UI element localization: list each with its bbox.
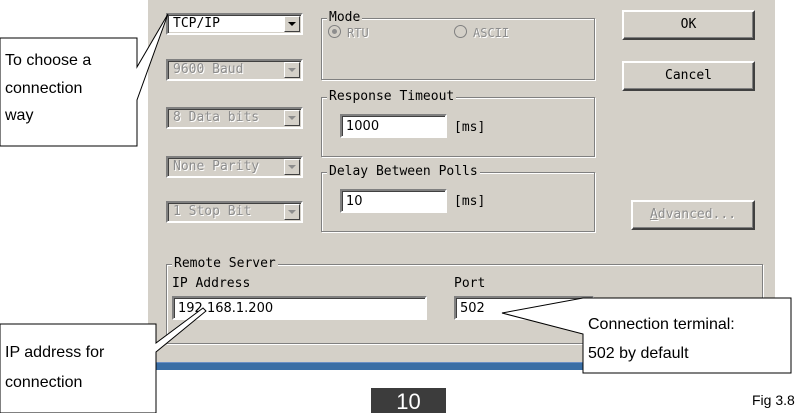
callout-port-line-2: 502 by default: [588, 345, 689, 362]
callout-port-line-1: Connection terminal:: [588, 316, 735, 333]
callout-connection-way-line-1: To choose a: [5, 52, 92, 69]
callout-connection-way-line-2: connection: [5, 80, 83, 97]
callout-ip-address-line-2: connection: [5, 374, 83, 391]
callout-ip-address-line-1: IP address for: [5, 344, 105, 361]
figure-label: Fig 3.8: [752, 392, 795, 408]
callout-connection-way-line-3: way: [5, 107, 34, 124]
page-number: 10: [371, 388, 446, 414]
